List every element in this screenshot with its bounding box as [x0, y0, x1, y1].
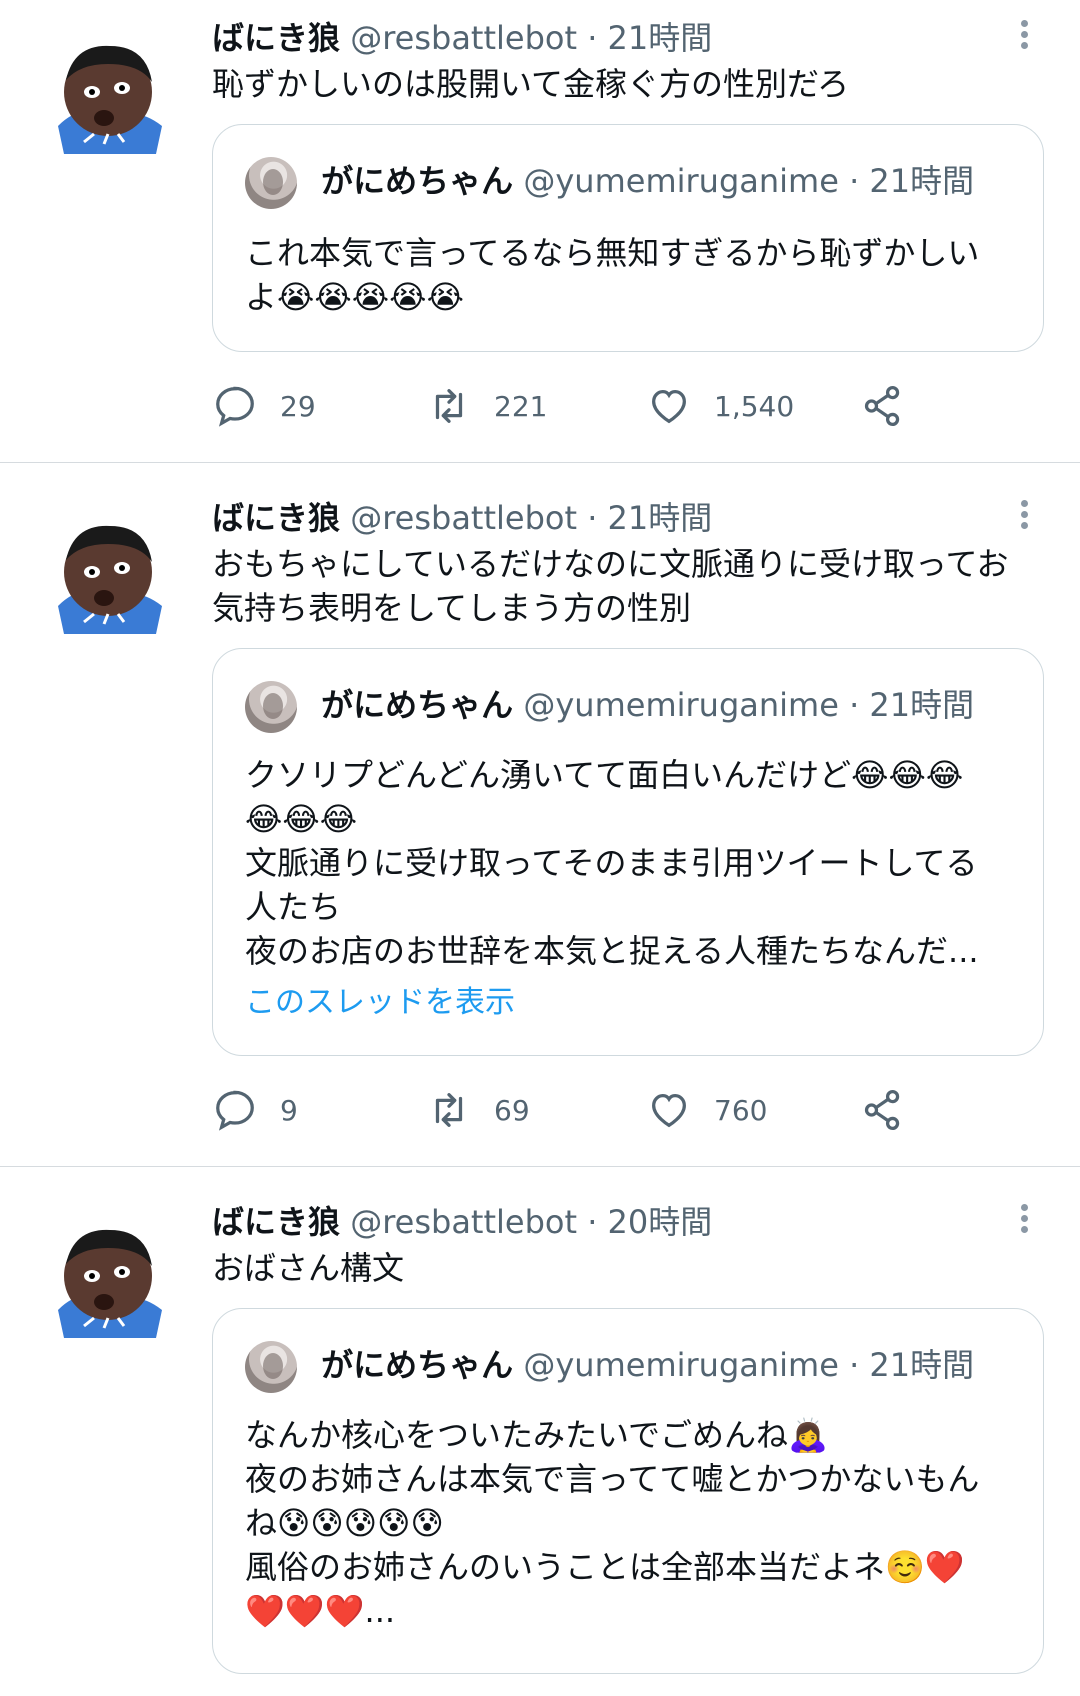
quoted-author-meta: @yumemiruganime · 21時間	[523, 1346, 975, 1384]
heart-icon	[652, 389, 686, 424]
quoted-avatar	[245, 1341, 297, 1393]
share-button[interactable]	[860, 1084, 928, 1136]
tweet-text: 恥ずかしいのは股開いて金稼ぐ方の性別だろ	[212, 65, 850, 103]
tweet[interactable]: ばにき狼 @resbattlebot · 21時間 おもちゃにしているだけなのに…	[0, 464, 1080, 1164]
retweet-button[interactable]: 69	[426, 1084, 530, 1136]
avatar[interactable]	[44, 510, 172, 638]
quoted-author-meta: @yumemiruganime · 21時間	[523, 162, 975, 200]
quoted-author-meta: @yumemiruganime · 21時間	[523, 686, 975, 724]
divider	[0, 462, 1080, 463]
quoted-tweet-text: これ本気で言ってるなら無知すぎるから恥ずかしい よ😭😭😭😭😭	[245, 234, 980, 316]
author-name[interactable]: ばにき狼	[212, 1203, 340, 1241]
reply-count: 9	[280, 1093, 298, 1127]
retweet-button[interactable]: 221	[426, 380, 547, 432]
avatar[interactable]	[44, 1214, 172, 1342]
tweet-actions: 9 69 760	[212, 1084, 932, 1136]
quoted-avatar	[245, 681, 297, 733]
tweet-header: ばにき狼 @resbattlebot · 21時間	[212, 498, 712, 538]
quoted-tweet-header: がにめちゃん @yumemiruganime · 21時間	[245, 153, 974, 209]
tweet-actions: 29 221 1,540	[212, 380, 932, 432]
quoted-tweet-text: クソリプどんどん湧いてて面白いんだけど😂😂😂 😂😂😂 文脈通りに受け取ってそのま…	[245, 756, 979, 970]
author-meta[interactable]: @resbattlebot · 21時間	[350, 19, 712, 57]
speech-bubble-icon	[216, 386, 254, 427]
quoted-tweet-text: なんか核心をついたみたいでごめんね🙇‍♀️ 夜のお姉さんは本気で言ってて嘘とかつ…	[245, 1416, 980, 1630]
retweet-count: 69	[494, 1093, 530, 1127]
quoted-author-name: がにめちゃん	[321, 1346, 514, 1384]
retweet-count: 221	[494, 389, 548, 423]
reply-button[interactable]: 29	[212, 380, 316, 432]
quoted-tweet-header: がにめちゃん @yumemiruganime · 21時間	[245, 1337, 974, 1393]
more-icon[interactable]	[1012, 496, 1036, 536]
share-icon	[864, 385, 900, 427]
retweet-arrows-icon	[435, 1093, 463, 1127]
quoted-author-name: がにめちゃん	[321, 162, 514, 200]
divider	[0, 1166, 1080, 1167]
quoted-avatar	[245, 157, 297, 209]
reply-count: 29	[280, 389, 316, 423]
more-icon[interactable]	[1012, 16, 1036, 56]
quoted-tweet-header: がにめちゃん @yumemiruganime · 21時間	[245, 677, 974, 733]
share-button[interactable]	[860, 380, 928, 432]
more-icon[interactable]	[1012, 1200, 1036, 1240]
author-name[interactable]: ばにき狼	[212, 499, 340, 537]
quoted-tweet[interactable]: がにめちゃん @yumemiruganime · 21時間 クソリプどんどん湧い…	[212, 648, 1044, 1056]
tweet-text: おもちゃにしているだけなのに文脈通りに受け取ってお 気持ち表明をしてしまう方の性…	[212, 545, 1009, 627]
tweet[interactable]: ばにき狼 @resbattlebot · 20時間 おばさん構文 がにめちゃん …	[0, 1168, 1080, 1696]
like-count: 1,540	[714, 389, 795, 423]
avatar[interactable]	[44, 30, 172, 158]
tweet[interactable]: ばにき狼 @resbattlebot · 21時間 恥ずかしいのは股開いて金稼ぐ…	[0, 0, 1080, 460]
author-name[interactable]: ばにき狼	[212, 19, 340, 57]
quoted-tweet[interactable]: がにめちゃん @yumemiruganime · 21時間 なんか核心をついたみ…	[212, 1308, 1044, 1674]
like-button[interactable]: 1,540	[646, 380, 794, 432]
like-count: 760	[714, 1093, 768, 1127]
tweet-header: ばにき狼 @resbattlebot · 20時間	[212, 1202, 712, 1242]
reply-button[interactable]: 9	[212, 1084, 298, 1136]
share-icon	[864, 1089, 900, 1131]
tweet-header: ばにき狼 @resbattlebot · 21時間	[212, 18, 712, 58]
author-meta[interactable]: @resbattlebot · 20時間	[350, 1203, 712, 1241]
like-button[interactable]: 760	[646, 1084, 767, 1136]
tweet-text: おばさん構文	[212, 1249, 405, 1287]
speech-bubble-icon	[216, 1090, 254, 1131]
author-meta[interactable]: @resbattlebot · 21時間	[350, 499, 712, 537]
show-thread-link[interactable]: このスレッドを表示	[245, 977, 515, 1021]
retweet-arrows-icon	[435, 389, 463, 423]
heart-icon	[652, 1093, 686, 1128]
quoted-tweet[interactable]: がにめちゃん @yumemiruganime · 21時間 これ本気で言ってるな…	[212, 124, 1044, 352]
quoted-author-name: がにめちゃん	[321, 686, 514, 724]
